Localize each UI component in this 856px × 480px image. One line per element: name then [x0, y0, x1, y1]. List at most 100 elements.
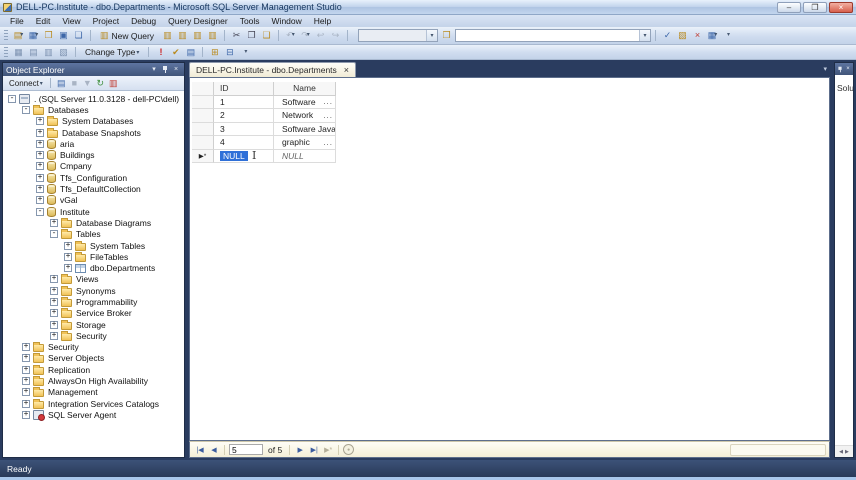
new-connection-icon[interactable]: ▤ ▾	[11, 29, 26, 43]
close-button[interactable]: ×	[829, 2, 853, 13]
last-record-button[interactable]: ▶|	[308, 444, 320, 456]
cut-icon[interactable]: ✂	[229, 29, 244, 43]
tree-expander-icon[interactable]: +	[22, 410, 30, 419]
tree-expander-icon[interactable]: +	[36, 185, 44, 194]
window-layout-icon[interactable]: ▦ ▾	[26, 29, 41, 43]
add-table-icon[interactable]: ⊞	[207, 45, 222, 59]
toolbar-grip[interactable]	[4, 29, 8, 42]
close-icon[interactable]: ×	[171, 64, 181, 75]
tree-expander-icon[interactable]: +	[64, 241, 72, 250]
grid-cell-id-new[interactable]: NULL	[214, 149, 274, 163]
tree-expander-icon[interactable]: -	[36, 207, 44, 216]
tree-item[interactable]: + Views	[3, 274, 184, 285]
ellipsis-button[interactable]: ...	[323, 138, 335, 147]
tree-expander-icon[interactable]: +	[22, 377, 30, 386]
grid-cell-name[interactable]: graphic...	[274, 136, 336, 150]
tree-expander-icon[interactable]: +	[22, 354, 30, 363]
tree-expander-icon[interactable]: +	[22, 343, 30, 352]
disconnect-icon[interactable]: ▤	[55, 76, 68, 90]
tree-item[interactable]: + Security	[3, 330, 184, 341]
ellipsis-button[interactable]: ...	[323, 111, 335, 120]
tree-item[interactable]: + AlwaysOn High Availability	[3, 375, 184, 387]
tree-item[interactable]: + Integration Services Catalogs	[3, 398, 184, 409]
tree-expander-icon[interactable]: +	[50, 331, 58, 340]
first-record-button[interactable]: |◀	[194, 444, 206, 456]
tree-expander-icon[interactable]: +	[22, 388, 30, 397]
execute-sql-icon[interactable]: !	[153, 45, 168, 59]
new-query-button[interactable]: ▥ New Query	[95, 29, 159, 43]
active-files-chevron-icon[interactable]: ▾	[823, 65, 827, 73]
new-row-indicator-icon[interactable]: ▶*	[192, 149, 214, 163]
tab-close-icon[interactable]: ×	[344, 65, 349, 75]
menu-item[interactable]: Tools	[234, 15, 266, 27]
filter-icon[interactable]: ▼	[81, 76, 94, 90]
grid-cell-id[interactable]: 1	[214, 95, 274, 109]
row-header[interactable]	[192, 122, 214, 136]
tree-item[interactable]: - . (SQL Server 11.0.3128 - dell-PC\dell…	[3, 93, 184, 104]
add-group-by-icon[interactable]: ▤	[183, 45, 198, 59]
tree-item[interactable]: + Cmpany	[3, 161, 184, 172]
ellipsis-button[interactable]: ...	[323, 97, 335, 106]
change-type-button[interactable]: Change Type ▾	[80, 45, 144, 59]
window-position-icon[interactable]: ▾	[149, 64, 159, 75]
grid-cell-name[interactable]: Software Java...	[274, 122, 336, 136]
scroll-right-icon[interactable]: ▶	[845, 449, 849, 455]
tree-item[interactable]: + Server Objects	[3, 353, 184, 364]
cancel-executing-query-icon[interactable]: ×	[690, 29, 705, 43]
tree-item[interactable]: + Security	[3, 342, 184, 353]
tree-expander-icon[interactable]: +	[64, 264, 72, 273]
show-diagram-pane-icon[interactable]: ▦	[11, 45, 26, 59]
tree-item[interactable]: + Synonyms	[3, 285, 184, 296]
save-all-icon[interactable]: ❏	[71, 29, 86, 43]
paste-icon[interactable]: ❑	[259, 29, 274, 43]
tree-item[interactable]: - Tables	[3, 229, 184, 240]
row-header[interactable]	[192, 95, 214, 109]
menu-item[interactable]: Window	[266, 15, 308, 27]
tree-expander-icon[interactable]: -	[22, 105, 30, 114]
save-icon[interactable]: ▣	[56, 29, 71, 43]
close-icon[interactable]: ×	[844, 64, 852, 75]
tree-expander-icon[interactable]: +	[64, 252, 72, 261]
find-combo[interactable]: ▾	[455, 29, 652, 42]
tree-item[interactable]: + Database Diagrams	[3, 217, 184, 228]
menu-item[interactable]: Project	[87, 15, 125, 27]
current-record-input[interactable]	[229, 444, 263, 455]
menu-item[interactable]: Query Designer	[162, 15, 234, 27]
tree-item[interactable]: + Tfs_DefaultCollection	[3, 183, 184, 195]
parse-query-icon[interactable]: ✓	[660, 29, 675, 43]
show-criteria-pane-icon[interactable]: ▤	[26, 45, 41, 59]
analysis-services-xmla-query-icon[interactable]: ▥	[205, 29, 220, 43]
menu-item[interactable]: Help	[308, 15, 337, 27]
tree-expander-icon[interactable]: +	[36, 128, 44, 137]
tree-item[interactable]: + Database Snapshots	[3, 127, 184, 138]
grid-cell-id[interactable]: 3	[214, 122, 274, 136]
horizontal-scrollbar[interactable]	[730, 444, 826, 456]
tree-item[interactable]: + SQL Server Agent	[3, 409, 184, 421]
tree-item[interactable]: + FileTables	[3, 251, 184, 262]
chevron-down-icon[interactable]: ▾	[639, 30, 651, 41]
pin-icon[interactable]	[163, 66, 167, 73]
tree-expander-icon[interactable]: +	[50, 297, 58, 306]
tree-expander-icon[interactable]: +	[22, 399, 30, 408]
tree-expander-icon[interactable]: +	[22, 365, 30, 374]
tree-expander-icon[interactable]: +	[50, 320, 58, 329]
tree-item[interactable]: + Programmability	[3, 296, 184, 307]
show-results-pane-icon[interactable]: ▧	[56, 45, 71, 59]
grid-corner-cell[interactable]	[192, 82, 214, 96]
tree-item[interactable]: - Databases	[3, 104, 184, 115]
tree-item[interactable]: + aria	[3, 138, 184, 149]
grid-cell-id[interactable]: 4	[214, 136, 274, 150]
toolbar-grip[interactable]	[4, 47, 8, 57]
add-derived-table-icon[interactable]: ⊟	[222, 45, 237, 59]
menu-item[interactable]: File	[4, 15, 30, 27]
open-file-icon[interactable]: ❒	[41, 29, 56, 43]
tree-item[interactable]: + Buildings	[3, 149, 184, 161]
new-record-button[interactable]: ▶*	[322, 444, 334, 456]
tree-item[interactable]: + vGal	[3, 195, 184, 206]
analysis-services-dmx-query-icon[interactable]: ▥	[190, 29, 205, 43]
grid-cell-name[interactable]: Network...	[274, 109, 336, 123]
browse-folder-icon[interactable]: ❒	[439, 29, 454, 43]
tree-expander-icon[interactable]: +	[50, 309, 58, 318]
column-header-name[interactable]: Name	[274, 82, 336, 96]
row-header[interactable]	[192, 136, 214, 150]
